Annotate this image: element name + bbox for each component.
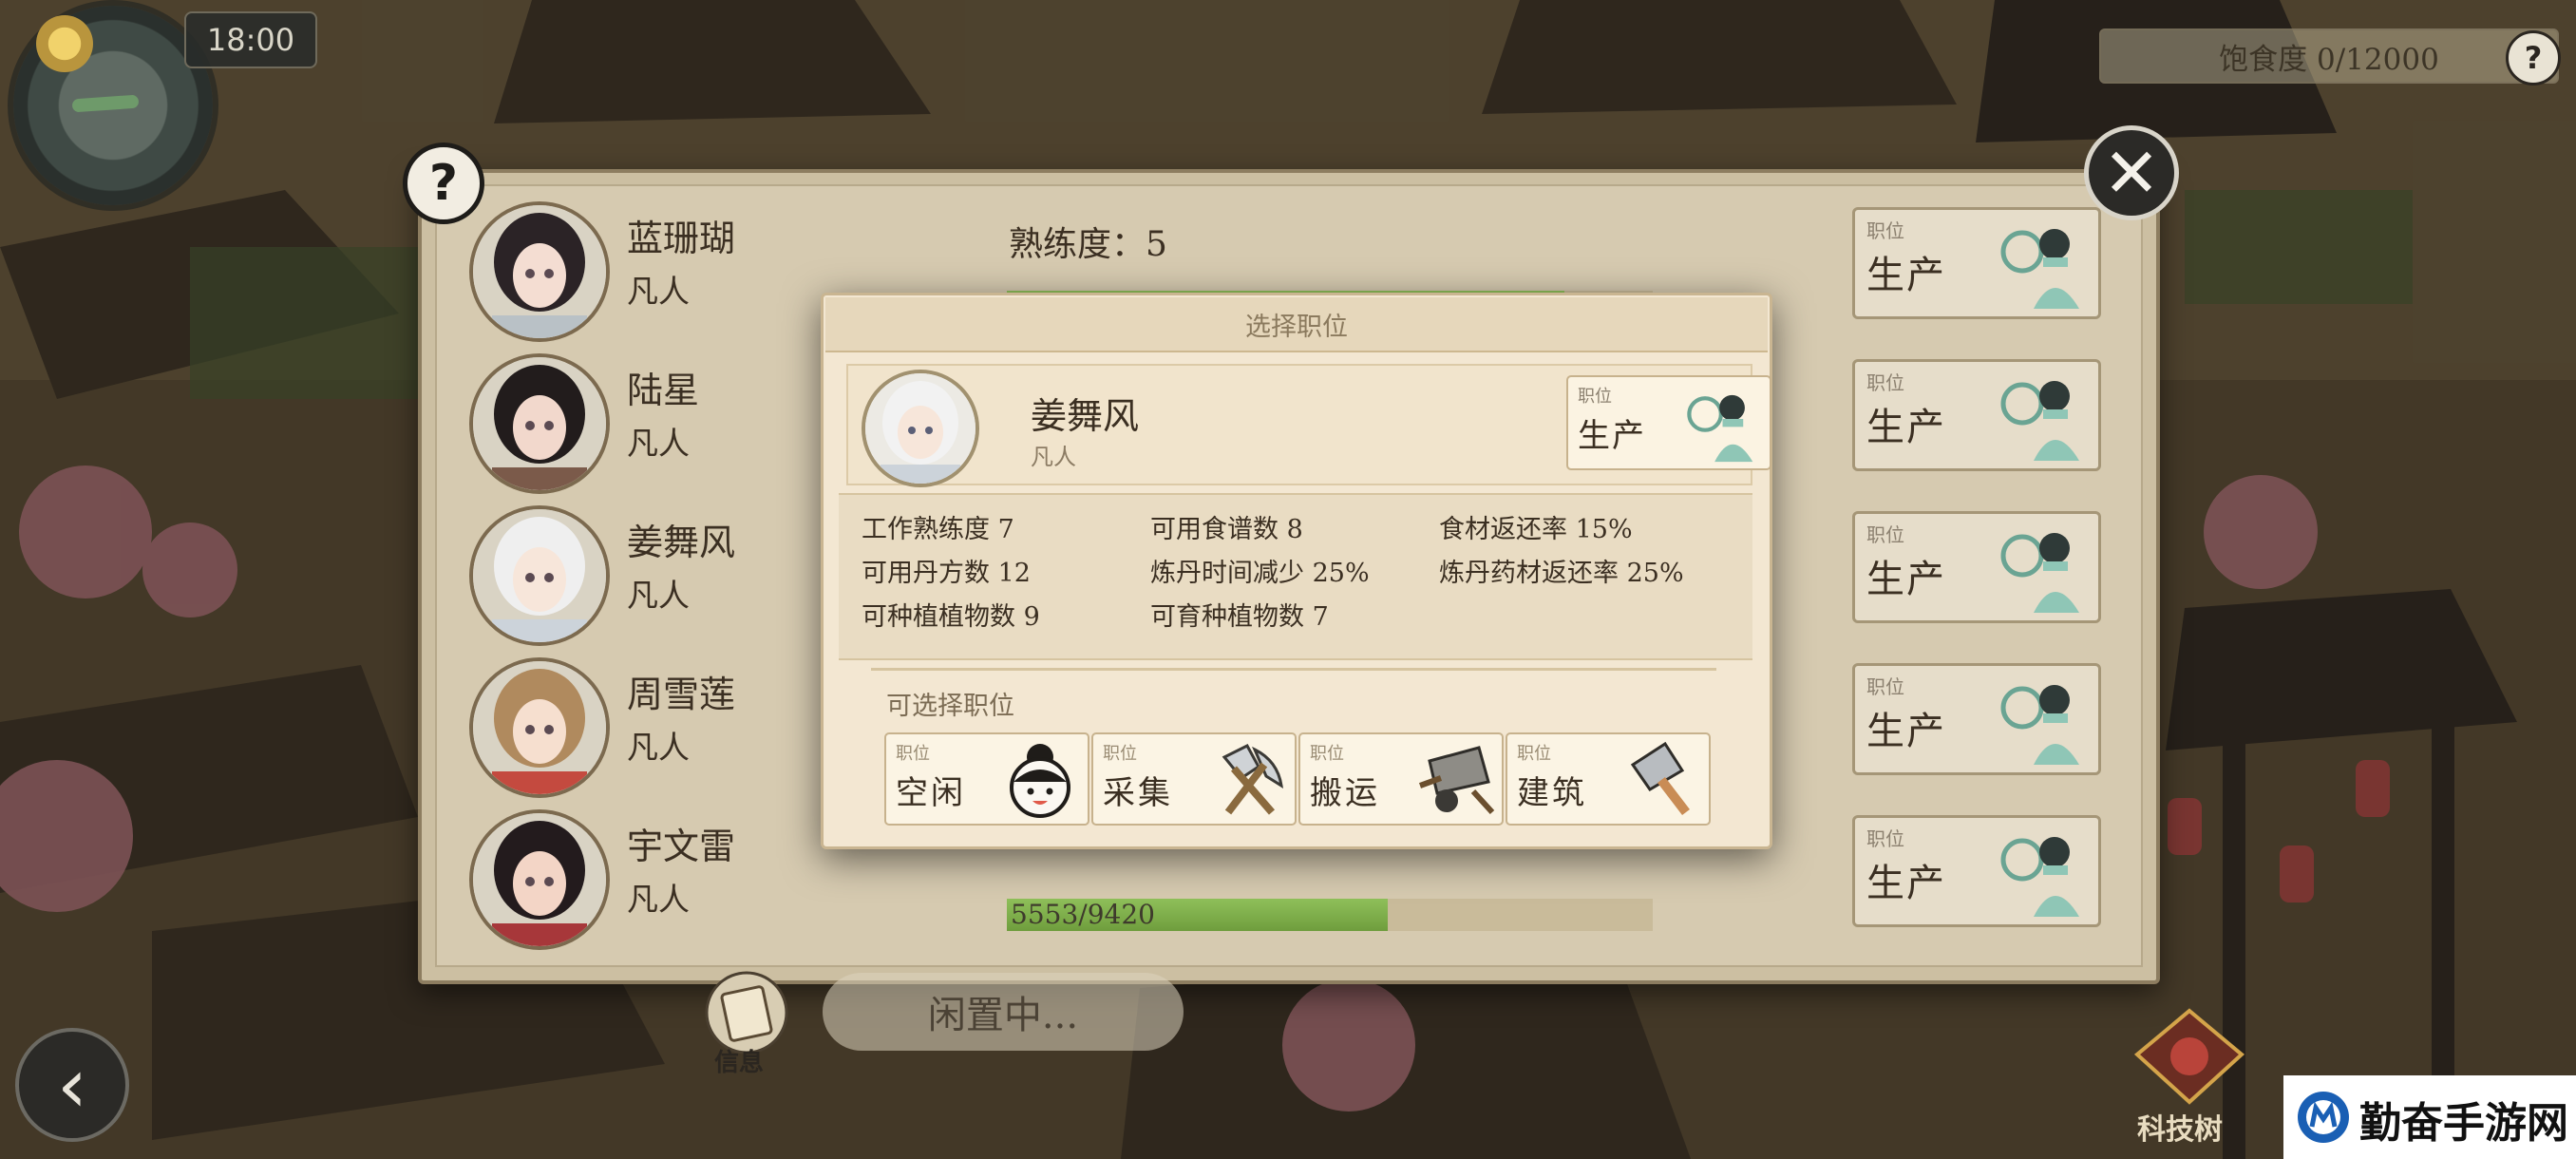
job-option-transport[interactable]: 职位 搬运	[1298, 732, 1504, 826]
hammer-icon	[1630, 741, 1690, 816]
job-tag: 职位	[1866, 675, 1904, 698]
stat-alchemy-time: 炼丹时间减少 25%	[1150, 559, 1370, 588]
character-name: 陆星	[627, 370, 700, 411]
character-portrait	[473, 357, 606, 490]
axe-pick-icon	[1222, 744, 1283, 815]
job-badge[interactable]: 职位 生产	[1852, 815, 2101, 927]
character-name: 宇文雷	[627, 826, 736, 867]
character-portrait	[473, 509, 606, 642]
job-name: 生产	[1866, 558, 1946, 601]
job-name: 采集	[1103, 774, 1173, 812]
job-badge[interactable]: 职位 生产	[1852, 207, 2101, 319]
production-worker-icon	[2000, 229, 2079, 309]
job-tag: 职位	[1866, 219, 1904, 242]
character-rank: 凡人	[627, 729, 690, 766]
stat-plantable: 可种植植物数 9	[862, 602, 1040, 632]
job-option-build[interactable]: 职位 建筑	[1506, 732, 1711, 826]
watermark-logo	[2298, 1092, 2349, 1143]
stat-recipes: 可用食谱数 8	[1150, 515, 1303, 544]
idle-face-icon	[1010, 744, 1070, 818]
job-tag: 职位	[1866, 371, 1904, 394]
character-avatar	[862, 370, 979, 487]
character-portrait	[473, 661, 606, 794]
character-rank: 凡人	[627, 881, 690, 918]
character-avatar	[469, 353, 610, 494]
info-button[interactable]: 信息	[693, 971, 800, 1077]
satiety-meter: 饱食度 0/12000 ?	[2099, 28, 2561, 86]
character-avatar	[469, 809, 610, 950]
proficiency-value: 5553/9420	[1011, 899, 1155, 930]
back-arrow-icon[interactable]: ‹	[15, 1028, 129, 1142]
character-portrait	[473, 205, 606, 338]
proficiency-bar: 5553/9420	[1007, 899, 1653, 931]
job-option-gather[interactable]: 职位 采集	[1091, 732, 1297, 826]
character-avatar	[469, 505, 610, 646]
character-rank: 凡人	[627, 577, 690, 614]
stat-ingredient-return: 食材返还率 15%	[1439, 515, 1633, 544]
character-portrait	[473, 813, 606, 946]
select-job-dialog: 选择职位 姜舞风 凡人 职位 生产 工作熟练度 7 可用食谱数 8 食材返还率 …	[821, 293, 1772, 849]
job-option-idle[interactable]: 职位 空闲	[884, 732, 1089, 826]
job-tag: 职位	[896, 744, 930, 764]
site-watermark: 勤奋手游网	[2283, 1075, 2576, 1159]
job-name: 生产	[1866, 406, 1946, 449]
production-worker-icon	[1687, 394, 1753, 463]
compass-needle	[71, 94, 140, 113]
character-rank: 凡人	[1031, 444, 1076, 470]
stat-breedable: 可育种植物数 7	[1150, 602, 1329, 632]
character-rank: 凡人	[627, 273, 690, 310]
job-tag: 职位	[1310, 744, 1344, 764]
job-name: 生产	[1866, 862, 1946, 905]
character-name: 姜舞风	[627, 522, 736, 563]
production-worker-icon	[2000, 381, 2079, 461]
satiety-help-icon[interactable]: ?	[2506, 30, 2561, 86]
tech-tree-button[interactable]: 科技树	[2128, 1007, 2251, 1147]
job-tag: 职位	[1866, 523, 1904, 546]
watermark-text: 勤奋手游网	[2359, 1099, 2568, 1148]
job-name: 建筑	[1517, 774, 1587, 812]
character-avatar	[469, 201, 610, 342]
character-avatar	[469, 657, 610, 798]
cart-icon	[1418, 746, 1495, 815]
character-portrait	[865, 373, 975, 484]
character-name: 蓝珊瑚	[627, 218, 736, 259]
sun-icon	[36, 15, 93, 72]
stat-pill-recipes: 可用丹方数 12	[862, 559, 1031, 588]
job-stats-panel: 工作熟练度 7 可用食谱数 8 食材返还率 15% 可用丹方数 12 炼丹时间减…	[839, 493, 1752, 660]
job-tag: 职位	[1578, 387, 1612, 407]
character-rank: 凡人	[627, 425, 690, 462]
job-tag: 职位	[1517, 744, 1551, 764]
job-name: 生产	[1578, 417, 1646, 455]
job-tag: 职位	[1866, 827, 1904, 850]
current-job-badge[interactable]: 职位 生产	[1566, 375, 1771, 470]
stat-herb-return: 炼丹药材返还率 25%	[1439, 559, 1684, 588]
info-label: 信息	[714, 1049, 765, 1077]
job-tag: 职位	[1103, 744, 1137, 764]
stat-proficiency: 工作熟练度 7	[862, 515, 1014, 544]
job-badge[interactable]: 职位 生产	[1852, 359, 2101, 471]
job-name: 搬运	[1310, 774, 1380, 812]
tech-tree-icon	[2133, 1008, 2245, 1105]
job-name: 生产	[1866, 710, 1946, 753]
production-worker-icon	[2000, 533, 2079, 613]
job-badge[interactable]: 职位 生产	[1852, 663, 2101, 775]
job-name: 空闲	[896, 774, 966, 812]
character-name: 姜舞风	[1031, 395, 1140, 437]
dialog-title: 选择职位	[825, 297, 1768, 352]
job-badge[interactable]: 职位 生产	[1852, 511, 2101, 623]
divider	[871, 668, 1716, 671]
production-worker-icon	[2000, 837, 2079, 917]
proficiency-label: 熟练度：5	[1009, 225, 1167, 264]
job-name: 生产	[1866, 254, 1946, 297]
selected-character-card: 姜舞风 凡人 职位 生产	[846, 364, 1771, 487]
game-clock: 18:00	[184, 11, 317, 68]
character-name: 周雪莲	[627, 674, 736, 715]
available-jobs-label: 可选择职位	[886, 692, 1014, 721]
day-night-compass[interactable]	[13, 6, 213, 205]
tech-tree-label: 科技树	[2137, 1113, 2223, 1147]
idle-status: 闲置中...	[823, 973, 1184, 1051]
production-worker-icon	[2000, 685, 2079, 765]
satiety-text: 饱食度 0/12000	[2219, 42, 2439, 77]
